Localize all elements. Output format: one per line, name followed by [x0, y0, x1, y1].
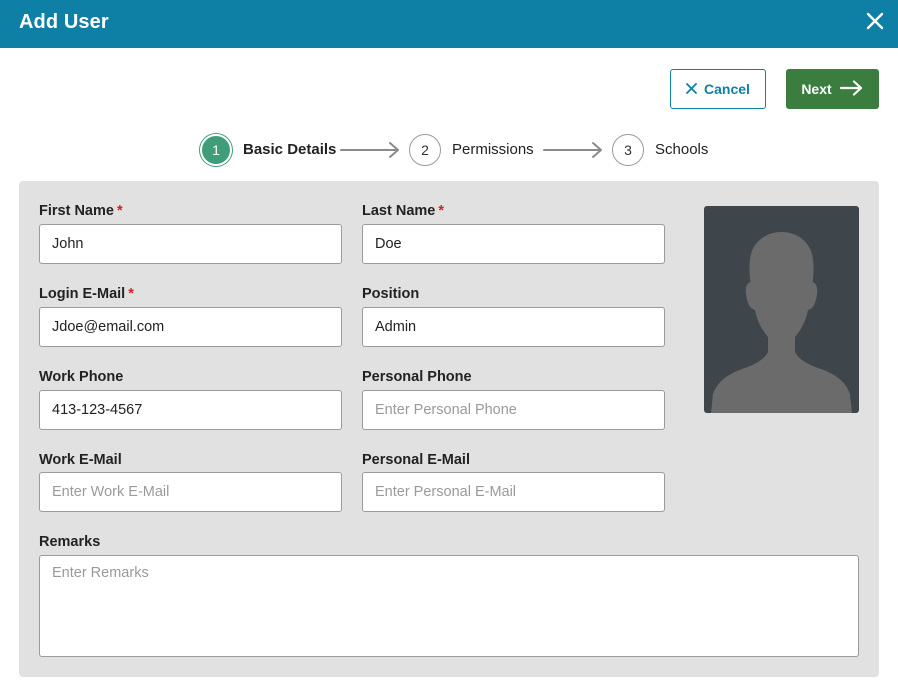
required-mark: * [128, 286, 134, 302]
step-1-indicator: 1 [200, 134, 232, 166]
personal-email-input[interactable] [362, 472, 665, 512]
work-email-input[interactable] [39, 472, 342, 512]
arrow-right-icon [340, 140, 402, 165]
next-button-label: Next [801, 81, 832, 97]
close-icon[interactable] [862, 8, 888, 34]
step-2-label: Permissions [452, 141, 534, 158]
personal-email-label: Personal E-Mail [362, 452, 470, 468]
step-3-label: Schools [655, 141, 709, 158]
last-name-label-text: Last Name [362, 203, 436, 219]
step-3-indicator: 3 [612, 134, 644, 166]
dialog-header: Add User [0, 0, 898, 48]
wizard-stepper: 1 Basic Details 2 Permissions 3 Schools [0, 130, 898, 170]
user-silhouette-icon [704, 206, 859, 413]
remarks-label: Remarks [39, 534, 101, 550]
cancel-button[interactable]: Cancel [670, 69, 766, 109]
required-mark: * [438, 203, 444, 219]
basic-details-form: First Name* Last Name* Login E-Mail* Pos… [19, 181, 879, 677]
dialog-title: Add User [19, 11, 109, 33]
first-name-label-text: First Name [39, 203, 114, 219]
required-mark: * [116, 203, 123, 219]
login-email-label-text: Login E-Mail [39, 286, 126, 302]
next-button[interactable]: Next [786, 69, 879, 109]
add-user-dialog: Add User Cancel Next 1 Basic Details 2 P… [0, 0, 898, 696]
step-2-indicator: 2 [409, 134, 441, 166]
login-email-label: Login E-Mail * [39, 286, 134, 302]
work-email-label: Work E-Mail [39, 452, 122, 468]
position-label: Position [362, 286, 420, 302]
login-email-input[interactable] [39, 307, 342, 347]
close-icon [686, 81, 697, 97]
user-avatar[interactable] [704, 206, 859, 413]
first-name-input[interactable] [39, 224, 342, 264]
first-name-label: First Name * [39, 203, 123, 219]
last-name-label: Last Name * [362, 203, 444, 219]
arrow-right-icon [839, 79, 864, 99]
personal-phone-label: Personal Phone [362, 369, 472, 385]
step-1-label: Basic Details [243, 141, 337, 158]
work-phone-input[interactable] [39, 390, 342, 430]
personal-phone-input[interactable] [362, 390, 665, 430]
remarks-textarea[interactable] [39, 555, 859, 657]
arrow-right-icon [543, 140, 605, 165]
work-phone-label: Work Phone [39, 369, 124, 385]
cancel-button-label: Cancel [704, 81, 750, 97]
position-input[interactable] [362, 307, 665, 347]
last-name-input[interactable] [362, 224, 665, 264]
